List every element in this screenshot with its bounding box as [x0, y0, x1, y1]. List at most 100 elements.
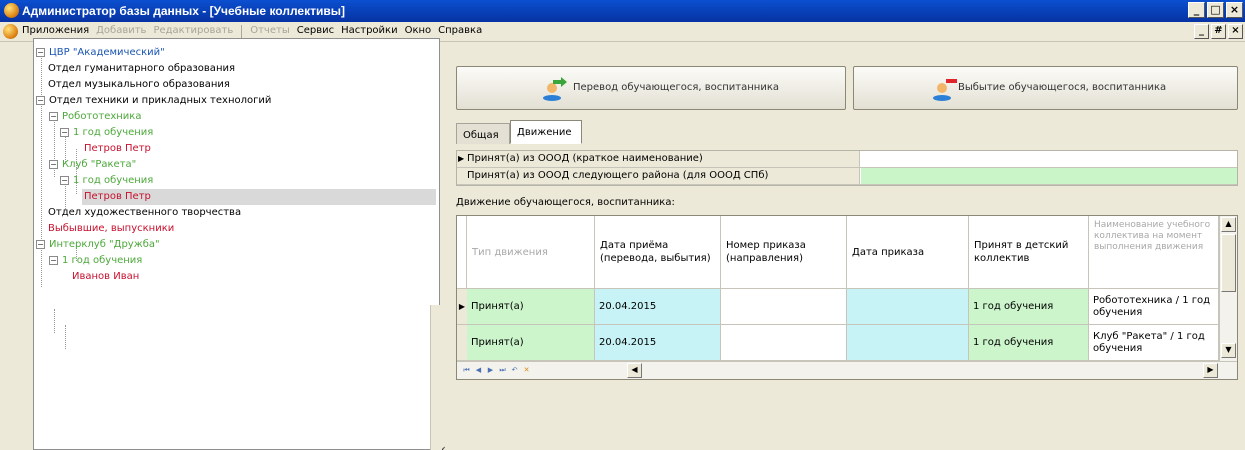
mdi-close-button[interactable]: ×: [1228, 24, 1243, 39]
next-record-icon[interactable]: ▶: [485, 364, 496, 376]
col-header-collective-name[interactable]: Наименование учебного коллектива на моме…: [1089, 216, 1219, 289]
origin-short-name-field[interactable]: [861, 151, 1237, 167]
row-indicator-icon: ▶: [457, 289, 467, 324]
tree-node-student-petrov[interactable]: Петров Петр: [84, 141, 436, 157]
origin-short-name-label: Принят(а) из ОООД (краткое наименование): [457, 151, 860, 167]
cell-type[interactable]: Принят(а): [467, 325, 595, 360]
tree-node-club-raketa[interactable]: − Клуб "Ракета": [49, 157, 436, 173]
tab-general[interactable]: Общая: [456, 123, 510, 144]
mdi-minimize-button[interactable]: _: [1194, 24, 1209, 39]
scroll-down-icon[interactable]: ▼: [1221, 343, 1236, 358]
tree-panel[interactable]: − ЦВР "Академический" Отдел гуманитарног…: [33, 38, 440, 450]
tree-node-robotics[interactable]: − Робототехника: [49, 109, 436, 125]
grid-vertical-scrollbar[interactable]: ▲ ▼: [1219, 216, 1237, 361]
table-row[interactable]: ▶ Принят(а) 20.04.2015 1 год обучения Ро…: [457, 289, 1219, 325]
info-row-district: Принят(а) из ОООД следующего района (для…: [457, 168, 1237, 185]
collapse-icon[interactable]: −: [36, 240, 45, 249]
first-record-icon[interactable]: ⏮: [461, 364, 472, 376]
menu-edit[interactable]: Редактировать: [153, 25, 233, 39]
tab-movement[interactable]: Движение: [510, 120, 582, 144]
cell-collective-name[interactable]: Робототехника / 1 год обучения: [1089, 289, 1219, 324]
prev-record-icon[interactable]: ◀: [473, 364, 484, 376]
info-row-origin: Принят(а) из ОООД (краткое наименование)…: [457, 151, 1237, 168]
tree-scrollbar[interactable]: [430, 305, 440, 450]
origin-info-grid: Принят(а) из ОООД (краткое наименование)…: [456, 150, 1238, 186]
row-indicator-empty: [457, 325, 467, 360]
tree-node-dept-technology[interactable]: − Отдел техники и прикладных технологий: [36, 93, 436, 109]
grid-navigator-bar: ⏮ ◀ ▶ ⏭ ↶ ✕ ◀ ▶: [457, 361, 1237, 379]
tree-node-raketa-year1[interactable]: − 1 год обучения: [60, 173, 436, 189]
tree-node-dept-humanities[interactable]: Отдел гуманитарного образования: [48, 61, 436, 77]
mdi-restore-button[interactable]: #: [1211, 24, 1226, 39]
scroll-up-icon[interactable]: ▲: [1221, 217, 1236, 232]
cell-collective[interactable]: 1 год обучения: [969, 289, 1089, 324]
table-row[interactable]: Принят(а) 20.04.2015 1 год обучения Клуб…: [457, 325, 1219, 361]
undo-icon[interactable]: ↶: [509, 364, 520, 376]
app-menu-icon[interactable]: [3, 24, 18, 39]
col-header-collective[interactable]: Принят в детский коллектив: [969, 216, 1089, 289]
origin-district-field[interactable]: [861, 168, 1237, 184]
cell-order-no[interactable]: [721, 289, 847, 324]
cell-collective[interactable]: 1 год обучения: [969, 325, 1089, 360]
transfer-button[interactable]: Перевод обучающегося, воспитанника: [456, 66, 846, 110]
cell-order-date[interactable]: [847, 325, 969, 360]
scroll-thumb[interactable]: [1221, 234, 1236, 292]
scroll-right-icon[interactable]: ▶: [1203, 363, 1218, 378]
collapse-icon[interactable]: −: [60, 128, 69, 137]
cell-collective-name[interactable]: Клуб "Ракета" / 1 год обучения: [1089, 325, 1219, 360]
col-header-date[interactable]: Дата приёма (перевода, выбытия): [595, 216, 721, 289]
menu-service[interactable]: Сервис: [297, 25, 334, 39]
cell-date[interactable]: 20.04.2015: [595, 289, 721, 324]
mdi-controls: _ # ×: [1194, 24, 1243, 39]
collapse-icon[interactable]: −: [60, 176, 69, 185]
tree-node-dept-music[interactable]: Отдел музыкального образования: [48, 77, 436, 93]
tree-node-dropouts[interactable]: Выбывшие, выпускники: [48, 221, 436, 237]
dropout-person-icon: [933, 79, 957, 101]
last-record-icon[interactable]: ⏭: [497, 364, 508, 376]
col-header-order-date[interactable]: Дата приказа: [847, 216, 969, 289]
close-button[interactable]: ×: [1226, 2, 1243, 18]
tree-connector: [65, 325, 66, 349]
panel-splitter[interactable]: ‹: [441, 42, 447, 450]
collapse-icon[interactable]: −: [36, 96, 45, 105]
tree-connector: [54, 309, 55, 333]
cell-date[interactable]: 20.04.2015: [595, 325, 721, 360]
splitter-arrow-icon[interactable]: ‹: [441, 442, 446, 450]
tree-node-dept-arts[interactable]: Отдел художественного творчества: [48, 205, 436, 221]
grid-corner: [457, 216, 467, 289]
collapse-icon[interactable]: −: [49, 160, 58, 169]
scroll-left-icon[interactable]: ◀: [627, 363, 642, 378]
menu-help[interactable]: Справка: [438, 25, 482, 39]
menu-add[interactable]: Добавить: [96, 25, 146, 39]
origin-district-label: Принят(а) из ОООД следующего района (для…: [457, 168, 860, 184]
transfer-person-icon: [543, 77, 567, 101]
cell-order-date[interactable]: [847, 289, 969, 324]
collapse-icon[interactable]: −: [49, 112, 58, 121]
menu-separator: [241, 25, 243, 39]
maximize-button[interactable]: □: [1207, 2, 1224, 18]
cell-type[interactable]: Принят(а): [467, 289, 595, 324]
minimize-button[interactable]: _: [1188, 2, 1205, 18]
window-title: Администратор базы данных - [Учебные кол…: [22, 4, 345, 18]
menu-settings[interactable]: Настройки: [341, 25, 397, 39]
tree-node-student-petrov-selected[interactable]: Петров Петр: [82, 189, 436, 205]
collapse-icon[interactable]: −: [36, 48, 45, 57]
tree-node-student-ivanov[interactable]: Иванов Иван: [72, 269, 436, 285]
menu-applications[interactable]: Приложения: [22, 25, 89, 39]
movement-grid: Тип движения Дата приёма (перевода, выбы…: [456, 215, 1238, 380]
tree-node-interclub-year1[interactable]: − 1 год обучения: [49, 253, 436, 269]
col-header-type[interactable]: Тип движения: [467, 216, 595, 289]
movement-caption: Движение обучающегося, воспитанника:: [456, 197, 675, 208]
dropout-button[interactable]: Выбытие обучающегося, воспитанника: [853, 66, 1238, 110]
col-header-order-no[interactable]: Номер приказа (направления): [721, 216, 847, 289]
collapse-icon[interactable]: −: [49, 256, 58, 265]
transfer-button-label: Перевод обучающегося, воспитанника: [573, 82, 779, 93]
row-indicator-icon: ▶: [458, 154, 465, 163]
tree-node-center[interactable]: − ЦВР "Академический": [36, 45, 436, 61]
menu-reports[interactable]: Отчеты: [250, 25, 289, 39]
tree-node-robotics-year1[interactable]: − 1 год обучения: [60, 125, 436, 141]
cancel-icon[interactable]: ✕: [521, 364, 532, 376]
menu-window[interactable]: Окно: [405, 25, 432, 39]
cell-order-no[interactable]: [721, 325, 847, 360]
tree-node-interclub[interactable]: − Интерклуб "Дружба": [36, 237, 436, 253]
